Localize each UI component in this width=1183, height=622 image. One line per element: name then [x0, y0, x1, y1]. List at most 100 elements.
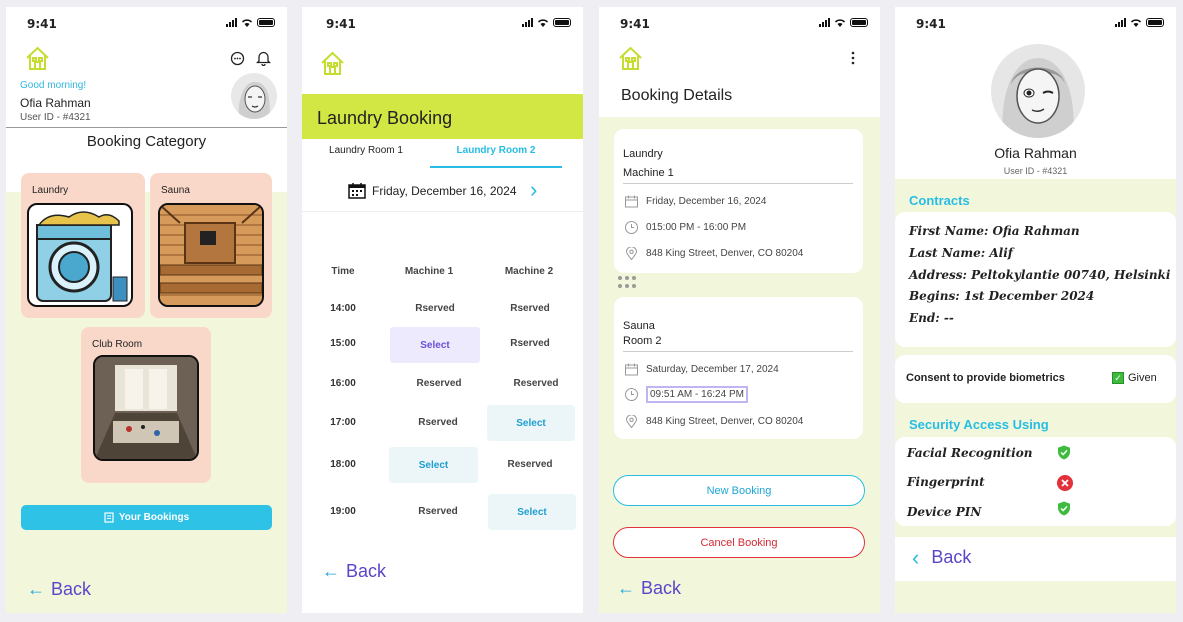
home-icon[interactable]	[617, 45, 644, 72]
location-pin-icon	[625, 247, 638, 260]
contracts-card: First Name: Ofia Rahman Last Name: Alif …	[895, 212, 1176, 347]
location-pin-icon	[625, 415, 638, 428]
booking-date: Saturday, December 17, 2024	[646, 364, 779, 375]
avatar	[991, 44, 1085, 138]
status-icons	[1115, 18, 1164, 27]
screen-booking-category: 9:41 Good morning! Ofia Rahman User ID -…	[6, 7, 287, 613]
chat-icon[interactable]	[230, 51, 245, 66]
wifi-icon	[835, 19, 845, 27]
booking-category: Sauna	[623, 320, 655, 332]
cancel-booking-button[interactable]: Cancel Booking	[613, 527, 865, 558]
contract-last-name: Last Name: Alif	[909, 246, 1013, 260]
home-icon[interactable]	[24, 45, 51, 72]
time-cell: 18:00	[330, 459, 356, 470]
booking-date-row: Saturday, December 17, 2024	[625, 363, 779, 376]
chevron-left-icon: ‹	[912, 544, 920, 570]
security-device-pin: Device PIN	[907, 505, 982, 519]
category-label: Laundry	[32, 185, 69, 196]
slot-machine-2: Rserved	[510, 338, 550, 349]
page-title: Laundry Booking	[317, 108, 453, 128]
security-heading: Security Access Using	[909, 417, 1049, 432]
new-booking-button[interactable]: New Booking	[613, 475, 865, 506]
slot-machine-2: Reserved	[513, 378, 559, 389]
booking-time-row: 09:51 AM - 16:24 PM	[625, 386, 748, 403]
booking-unit: Machine 1	[623, 167, 674, 179]
tab-laundry-room-1[interactable]: Laundry Room 1	[302, 145, 430, 156]
battery-icon	[553, 18, 571, 27]
back-button[interactable]: ← Back	[27, 579, 91, 600]
date-selector[interactable]: Friday, December 16, 2024	[348, 182, 517, 199]
column-header-time: Time	[331, 266, 355, 277]
slot-machine-1: Rserved	[415, 303, 455, 314]
select-slot-button[interactable]: Select	[487, 405, 575, 441]
contract-address: Address: Peltokylantie 00740, Helsinki	[909, 268, 1171, 282]
divider	[302, 211, 583, 212]
status-bar: 9:41	[895, 7, 1176, 41]
back-button[interactable]: ‹ Back	[912, 544, 972, 570]
consent-card: Consent to provide biometrics ✓ Given	[895, 355, 1176, 403]
column-header-machine-2: Machine 2	[504, 266, 554, 277]
select-slot-button[interactable]: Select	[488, 494, 576, 530]
laundry-image	[27, 203, 133, 307]
status-icons	[819, 18, 868, 27]
tab-laundry-room-2[interactable]: Laundry Room 2	[430, 145, 562, 156]
screen-booking-details: 9:41 Booking Details Laundry Machine 1 F…	[599, 7, 880, 613]
security-facial-recognition: Facial Recognition	[907, 446, 1033, 460]
booking-card[interactable]: Laundry Machine 1 Friday, December 16, 2…	[614, 129, 863, 273]
category-card-laundry[interactable]: Laundry	[21, 173, 145, 318]
title-band: Laundry Booking	[302, 94, 583, 139]
booking-time-row: 015:00 PM - 16:00 PM	[625, 221, 746, 234]
back-button[interactable]: ← Back	[322, 561, 386, 582]
category-card-club-room[interactable]: Club Room	[81, 327, 211, 483]
booking-date-row: Friday, December 16, 2024	[625, 195, 766, 208]
arrow-left-icon: ←	[617, 578, 635, 598]
contract-begins: Begins: 1st December 2024	[909, 289, 1095, 303]
category-card-sauna[interactable]: Sauna	[150, 173, 272, 318]
signal-icon	[819, 18, 830, 27]
booking-address: 848 King Street, Denver, CO 80204	[646, 416, 804, 427]
drag-handle-icon[interactable]	[617, 275, 637, 289]
screen-laundry-booking: 9:41 Laundry Booking Laundry Room 1 Laun…	[302, 7, 583, 613]
bell-icon[interactable]	[256, 50, 271, 66]
select-slot-button[interactable]: Select	[390, 327, 480, 363]
chevron-right-icon[interactable]: ›	[530, 177, 537, 203]
booking-time-field[interactable]: 09:51 AM - 16:24 PM	[646, 386, 748, 403]
user-id: User ID - #4321	[20, 112, 91, 123]
booking-date: Friday, December 16, 2024	[646, 196, 767, 207]
calendar-icon	[625, 195, 638, 208]
back-label: Back	[931, 547, 972, 567]
arrow-left-icon: ←	[27, 579, 45, 599]
section-title: Booking Category	[86, 133, 207, 150]
your-bookings-button[interactable]: Your Bookings	[21, 505, 272, 530]
avatar[interactable]	[231, 73, 277, 119]
slot-machine-2: Rserved	[510, 303, 550, 314]
status-icons	[226, 18, 275, 27]
screen-profile: 9:41 Ofia Rahman User ID - #4321 Contrac…	[895, 7, 1176, 613]
shield-check-icon	[1058, 501, 1070, 516]
booking-card[interactable]: Sauna Room 2 Saturday, December 17, 2024…	[614, 297, 863, 439]
status-bar: 9:41	[302, 7, 583, 41]
status-time: 9:41	[326, 17, 356, 31]
calendar-icon	[348, 183, 366, 199]
time-cell: 14:00	[330, 303, 356, 314]
status-icons	[522, 18, 571, 27]
user-name: Ofia Rahman	[994, 145, 1077, 161]
category-label: Club Room	[92, 339, 143, 350]
select-slot-button[interactable]: Select	[389, 447, 478, 483]
home-icon[interactable]	[319, 50, 346, 77]
back-button[interactable]: ← Back	[617, 578, 681, 599]
more-options-icon[interactable]	[851, 51, 855, 65]
arrow-left-icon: ←	[322, 561, 340, 581]
battery-icon	[1146, 18, 1164, 27]
signal-icon	[1115, 18, 1126, 27]
booking-time: 015:00 PM - 16:00 PM	[646, 222, 747, 233]
consent-checkbox[interactable]: ✓	[1112, 372, 1124, 384]
time-cell: 16:00	[330, 378, 356, 389]
slot-machine-2: Reserved	[507, 459, 553, 470]
status-bar: 9:41	[599, 7, 880, 41]
user-id: User ID - #4321	[1003, 166, 1068, 176]
signal-icon	[522, 18, 533, 27]
booking-address-row: 848 King Street, Denver, CO 80204	[625, 415, 803, 428]
signal-icon	[226, 18, 237, 27]
battery-icon	[850, 18, 868, 27]
